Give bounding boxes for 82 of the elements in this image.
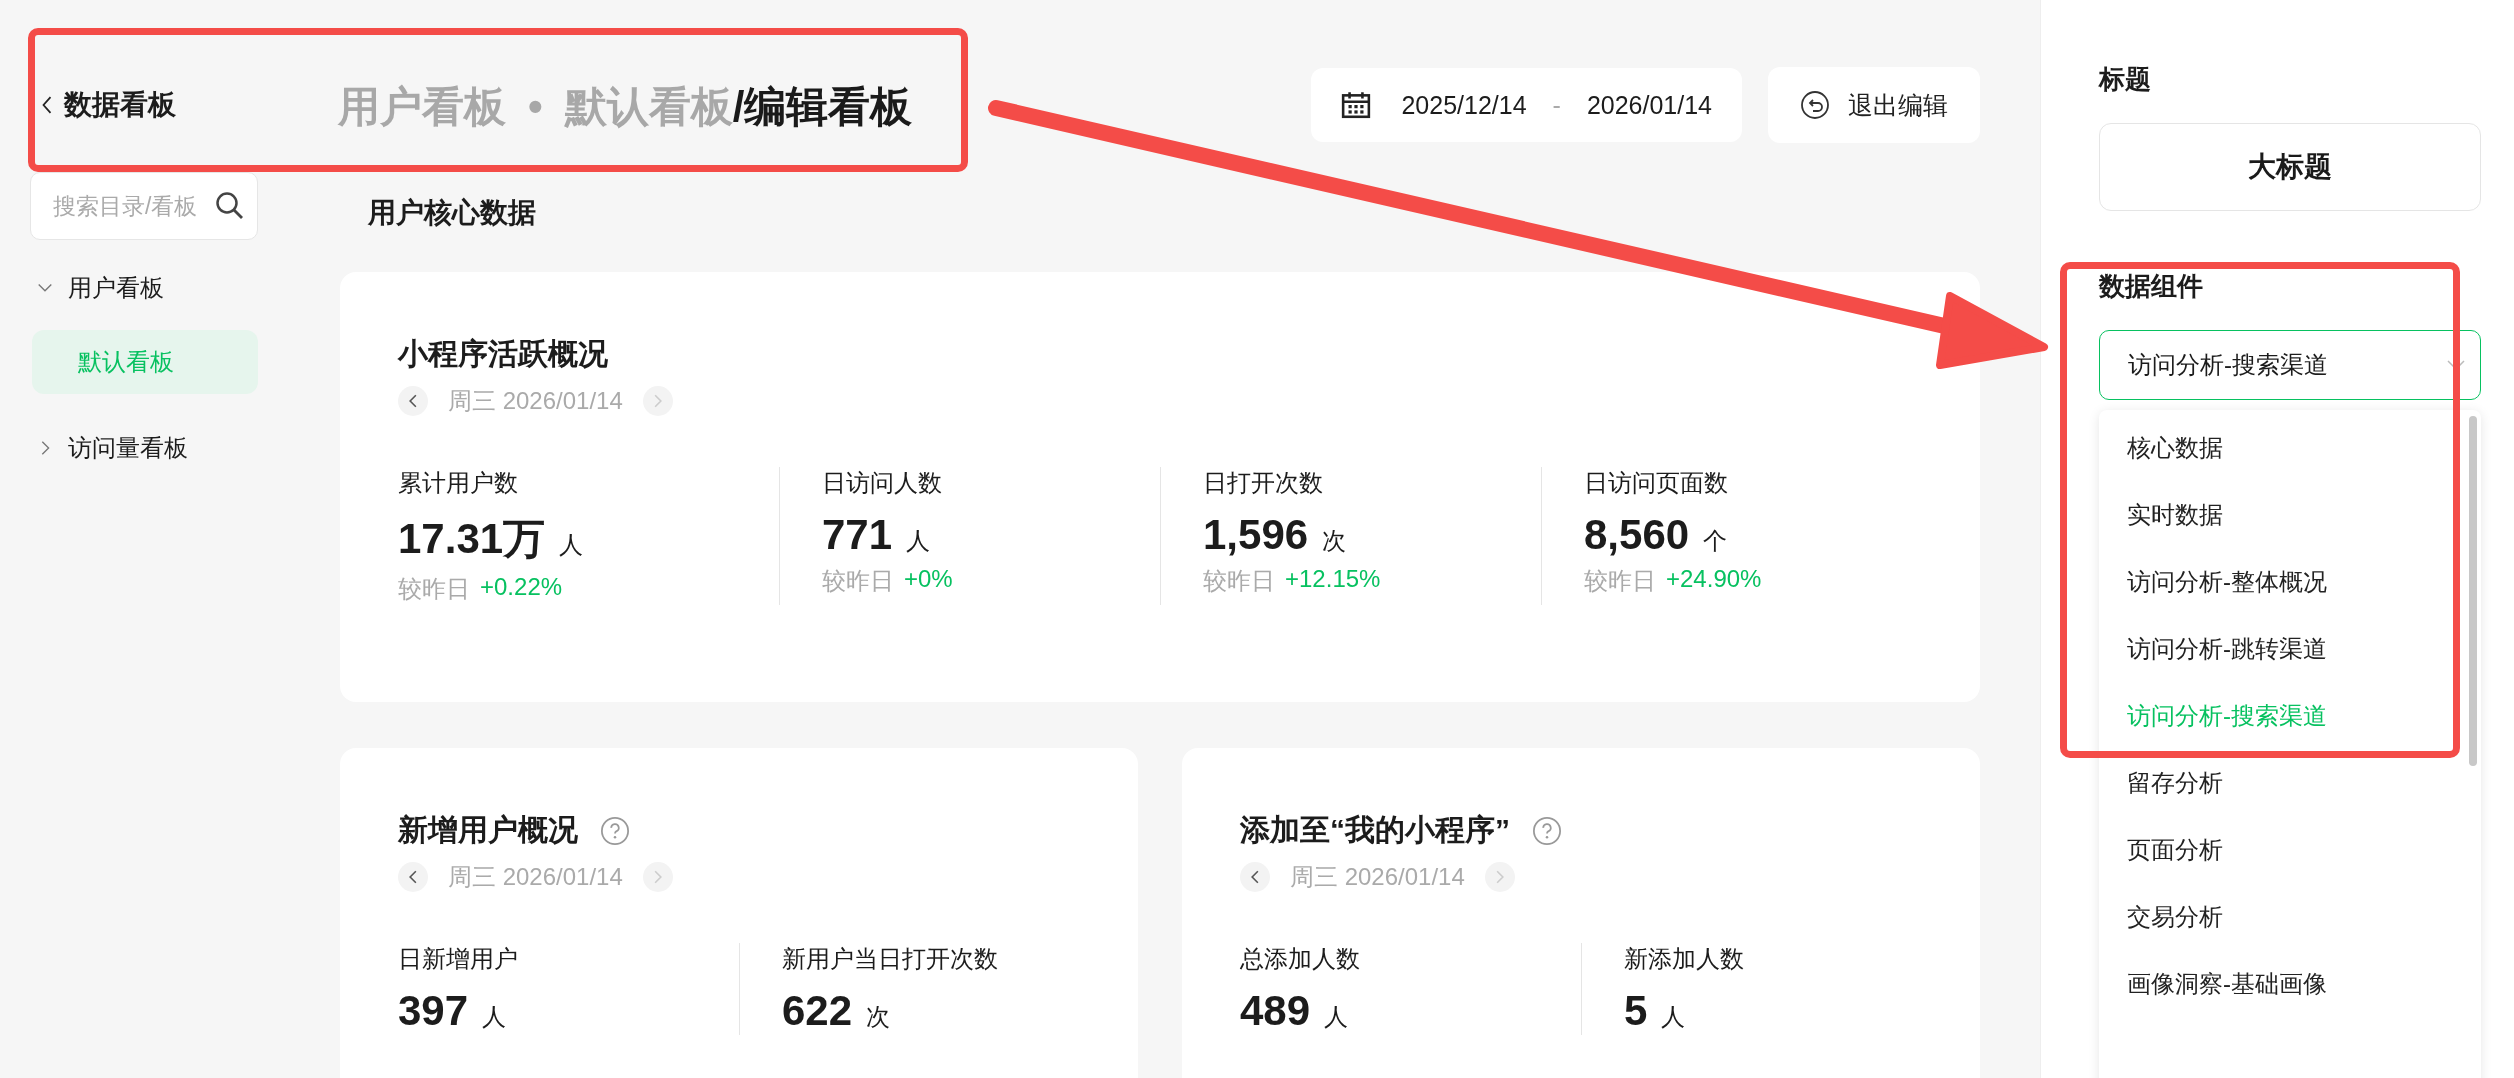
- next-day-button[interactable]: [1484, 862, 1515, 892]
- panel-label: 数据组件: [2099, 270, 2204, 303]
- panel-label: 标题: [2099, 63, 2152, 96]
- search-field[interactable]: 搜索目录/看板: [30, 172, 258, 240]
- help-icon[interactable]: [1532, 815, 1562, 846]
- dropdown-option[interactable]: 实时数据: [2099, 481, 2481, 548]
- chevron-left-icon: [409, 870, 417, 884]
- dropdown-option[interactable]: 交易分析: [2099, 883, 2481, 950]
- previous-day-button[interactable]: [398, 386, 428, 416]
- card-date: 周三 2026/01/14: [448, 386, 623, 416]
- back-link[interactable]: 数据看板: [40, 86, 338, 124]
- compare-label: 较昨日: [398, 574, 470, 604]
- chevron-left-icon: [409, 394, 417, 408]
- metric-unit: 次: [866, 1002, 891, 1032]
- metric-unit: 人: [906, 526, 931, 556]
- back-title: 数据看板: [64, 88, 176, 122]
- search-icon: [215, 191, 245, 221]
- delta-value: +0.22%: [480, 573, 563, 602]
- date-range-picker[interactable]: 2025/12/14 - 2026/01/14: [1311, 68, 1742, 142]
- metric-value: 397: [398, 987, 469, 1035]
- chevron-right-icon: [653, 394, 662, 408]
- metric-unit: 人: [559, 530, 584, 560]
- metric-unit: 人: [482, 1002, 507, 1032]
- title-style-button[interactable]: 大标题: [2099, 123, 2481, 211]
- metric-value: 8,560: [1584, 511, 1690, 559]
- section-title: 用户核心数据: [368, 196, 537, 230]
- exit-edit-button[interactable]: 退出编辑: [1768, 67, 1980, 143]
- metric-value: 17.31万: [398, 514, 546, 564]
- metric-label: 新添加人数: [1624, 944, 1745, 974]
- dropdown-option[interactable]: 核心数据: [2099, 414, 2481, 481]
- dropdown-option[interactable]: 访问分析-整体概况: [2099, 548, 2481, 615]
- dropdown-option[interactable]: 留存分析: [2099, 749, 2481, 816]
- dropdown-option[interactable]: 页面分析: [2099, 816, 2481, 883]
- delta-value: +12.15%: [1285, 565, 1381, 594]
- metric-label: 新用户当日打开次数: [782, 944, 999, 974]
- start-date: 2025/12/14: [1401, 90, 1527, 120]
- select-value: 访问分析-搜索渠道: [2128, 350, 2328, 380]
- metric-label: 日访问人数: [822, 468, 943, 498]
- metric-label: 日新增用户: [398, 944, 519, 974]
- compare-label: 较昨日: [1203, 566, 1275, 596]
- metric-unit: 人: [1324, 1002, 1349, 1032]
- metric-label: 总添加人数: [1240, 944, 1361, 974]
- undo-icon: [1800, 90, 1830, 120]
- chevron-right-icon: [653, 870, 662, 884]
- compare-label: 较昨日: [822, 566, 894, 596]
- delta-value: +24.90%: [1666, 565, 1762, 594]
- card-date: 周三 2026/01/14: [448, 862, 623, 892]
- delta-value: +0%: [904, 565, 953, 594]
- dropdown-option[interactable]: 画像洞察-基础画像: [2099, 950, 2481, 1017]
- end-date: 2026/01/14: [1586, 90, 1712, 120]
- card-date: 周三 2026/01/14: [1290, 862, 1465, 892]
- next-day-button[interactable]: [642, 862, 673, 892]
- help-icon[interactable]: [600, 815, 630, 846]
- metric-value: 5: [1624, 987, 1648, 1035]
- metric-label: 累计用户数: [398, 468, 519, 498]
- card-title: 小程序活跃概况: [398, 336, 608, 372]
- component-select[interactable]: 访问分析-搜索渠道: [2099, 330, 2481, 400]
- breadcrumb-item: /编辑看板: [732, 82, 913, 132]
- previous-day-button[interactable]: [1240, 862, 1270, 892]
- tree-item[interactable]: 用户看板: [30, 254, 300, 322]
- chevron-left-icon: [1251, 870, 1259, 884]
- scrollbar[interactable]: [2469, 416, 2477, 766]
- metric-label: 日访问页面数: [1584, 468, 1729, 498]
- metric-label: 日打开次数: [1203, 468, 1324, 498]
- previous-day-button[interactable]: [398, 862, 428, 892]
- tree-item[interactable]: 访问量看板: [30, 414, 300, 482]
- compare-label: 较昨日: [1584, 566, 1656, 596]
- metric-unit: 个: [1703, 526, 1728, 556]
- metric-unit: 次: [1322, 526, 1347, 556]
- metric-value: 622: [782, 987, 853, 1035]
- date-separator: -: [1552, 90, 1561, 120]
- metric-unit: 人: [1661, 1002, 1686, 1032]
- card-title: 新增用户概况: [398, 812, 578, 848]
- chevron-right-icon: [1495, 870, 1504, 884]
- metric-value: 771: [822, 511, 893, 559]
- metric-value: 1,596: [1203, 511, 1309, 559]
- card-title: 添加至“我的小程序”: [1240, 812, 1510, 848]
- search-input[interactable]: 搜索目录/看板: [51, 191, 215, 221]
- dropdown-option[interactable]: 访问分析-跳转渠道: [2099, 615, 2481, 682]
- next-day-button[interactable]: [642, 386, 673, 416]
- metric-value: 489: [1240, 987, 1311, 1035]
- calendar-icon: [1341, 91, 1372, 119]
